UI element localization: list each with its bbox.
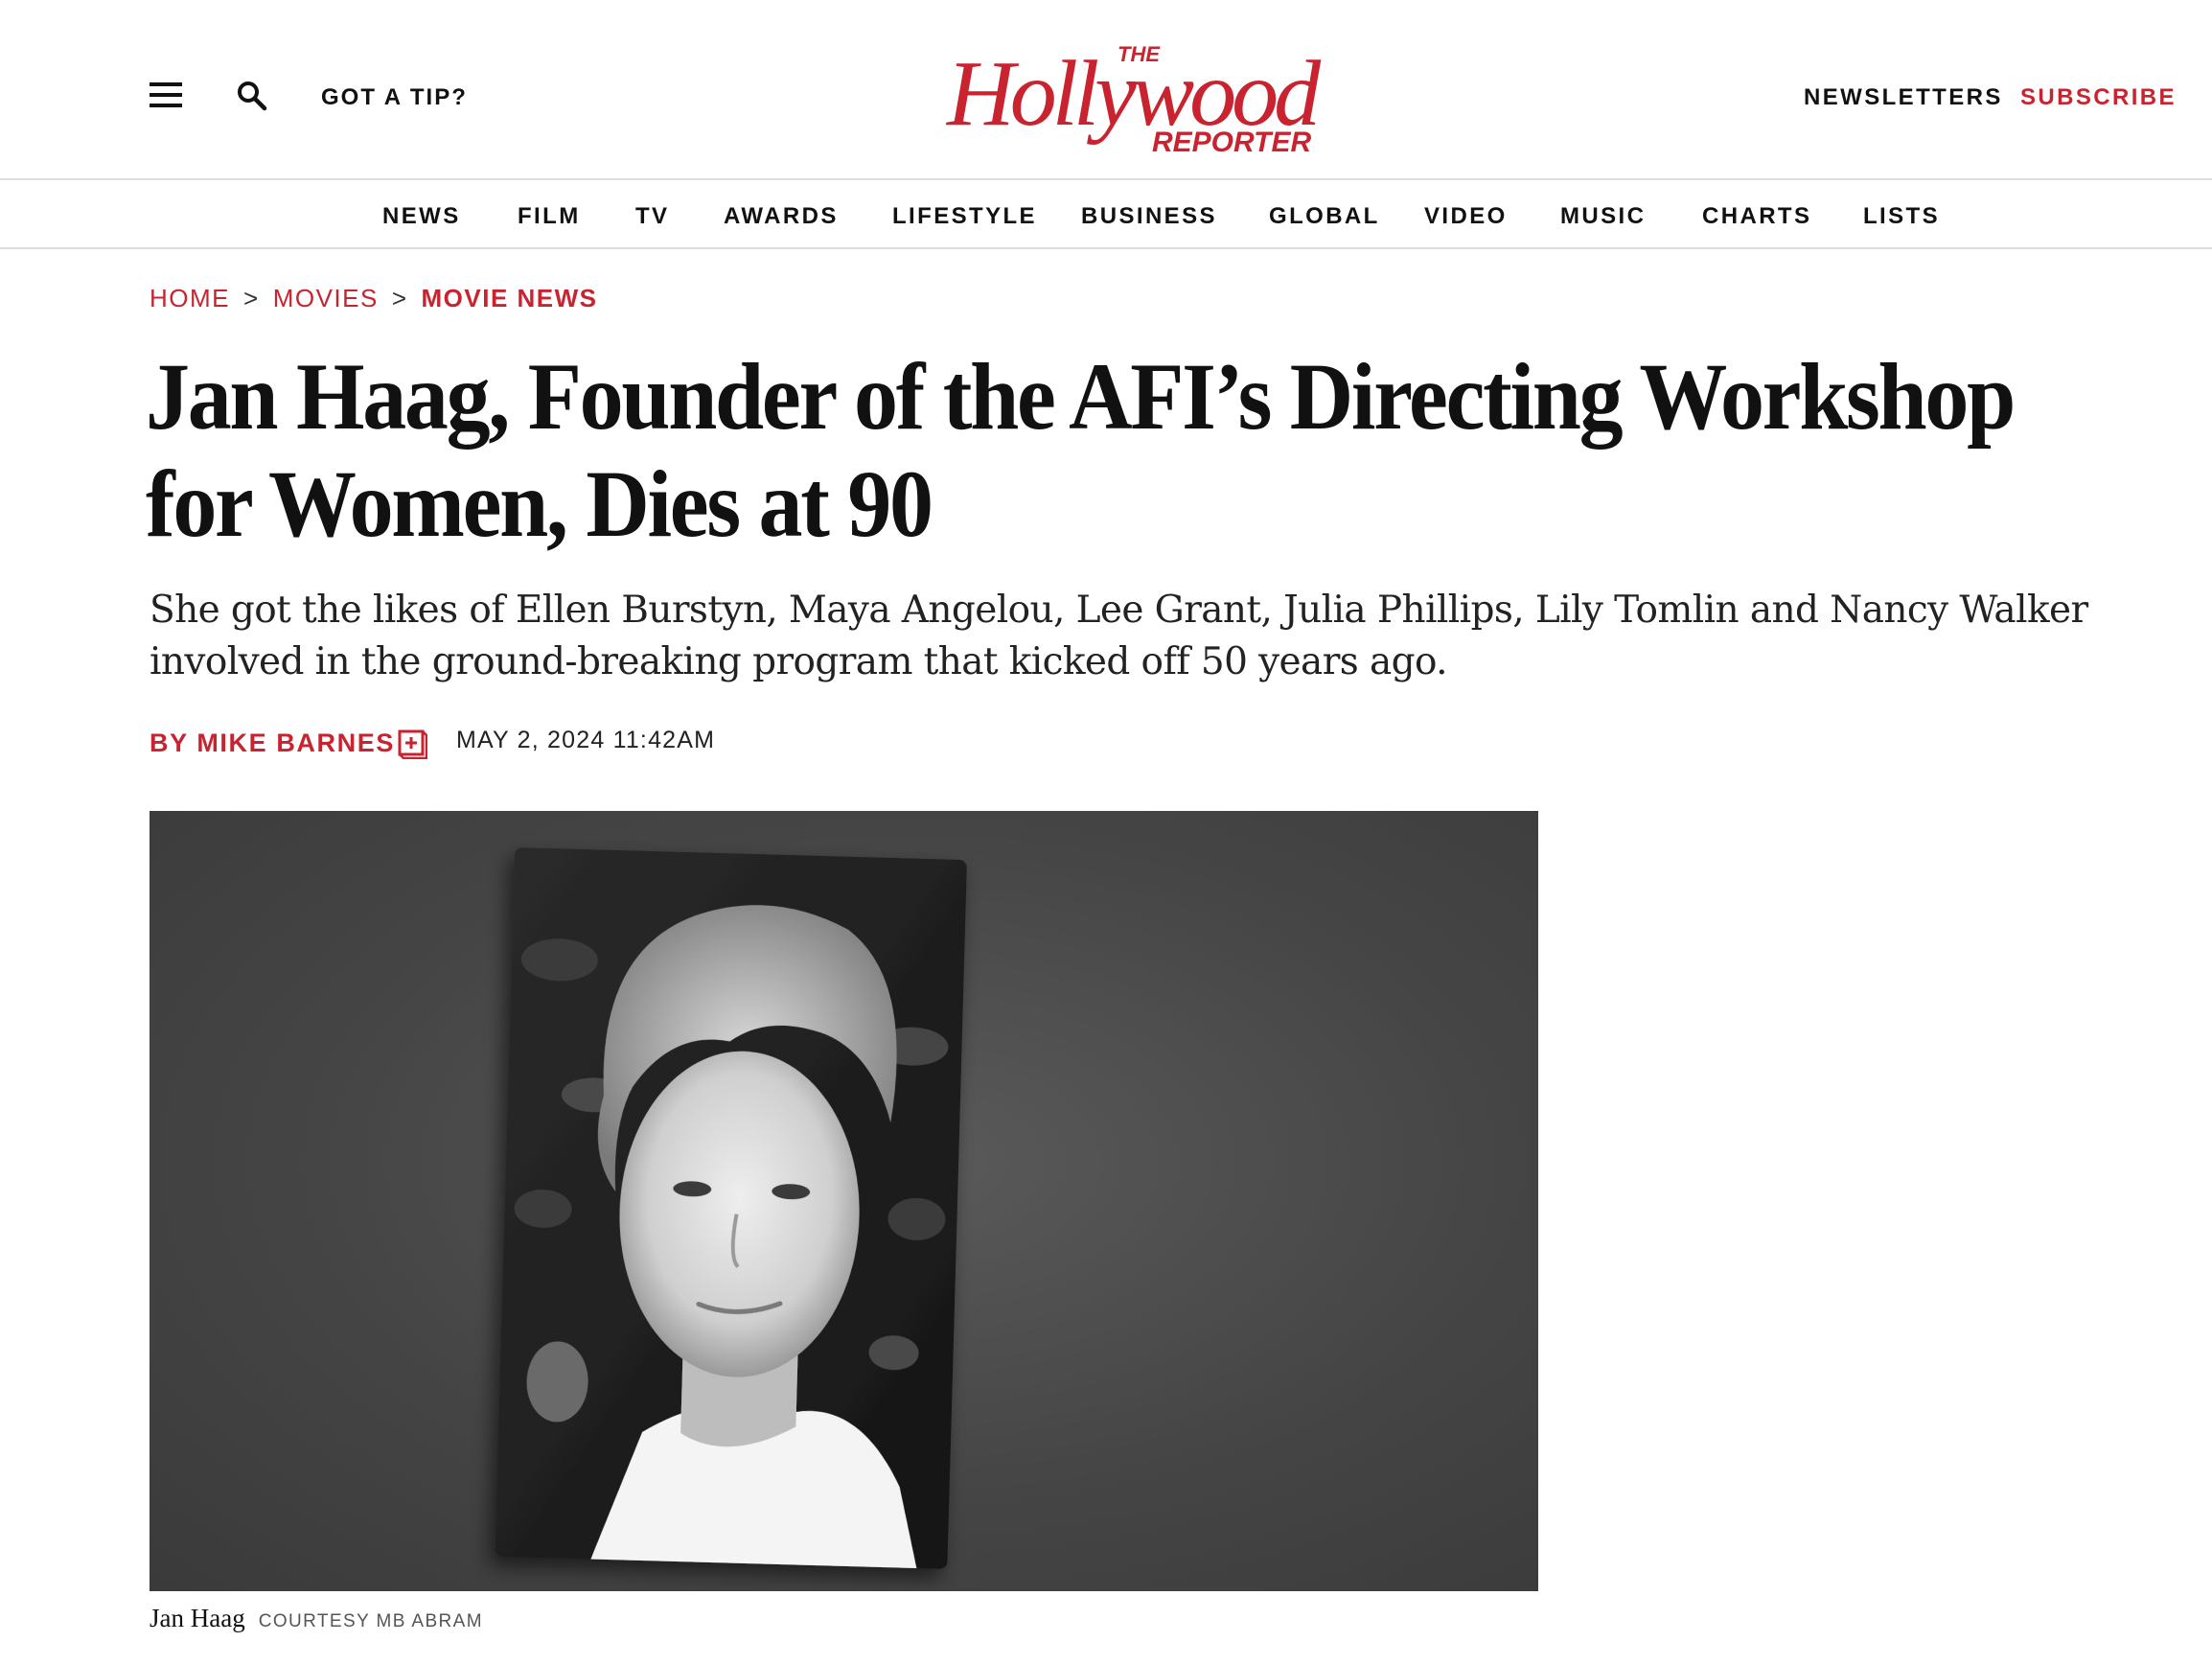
nav-item-lists[interactable]: LISTS [1863, 203, 1940, 230]
site-logo[interactable]: THE Hollywood REPORTER [939, 33, 1380, 157]
headline-line-1: Jan Haag, Founder of the AFI’s Directing… [146, 343, 2016, 450]
dek-line-1: She got the likes of Ellen Burstyn, Maya… [150, 589, 2088, 632]
nav-item-global[interactable]: GLOBAL [1269, 203, 1380, 230]
hero-image[interactable] [150, 811, 1538, 1591]
logo-reporter: REPORTER [1152, 127, 1311, 157]
breadcrumb-movie-news[interactable]: MOVIE NEWS [422, 284, 598, 312]
nav-item-lifestyle[interactable]: LIFESTYLE [892, 203, 1037, 230]
author-byline[interactable]: BY MIKE BARNES [150, 728, 395, 758]
breadcrumb-separator: > [391, 284, 408, 312]
nav-item-music[interactable]: MUSIC [1560, 203, 1646, 230]
breadcrumb-separator: > [243, 284, 260, 312]
search-icon[interactable] [235, 79, 269, 113]
headline-line-2: for Women, Dies at 90 [146, 451, 933, 557]
portrait-photo [495, 847, 967, 1569]
breadcrumb-home[interactable]: HOME [150, 284, 230, 312]
article-dek: She got the likes of Ellen Burstyn, Maya… [150, 585, 2114, 688]
article-headline: Jan Haag, Founder of the AFI’s Directing… [146, 343, 2041, 558]
main-nav: NEWS FILM TV AWARDS LIFESTYLE BUSINESS G… [0, 182, 2212, 249]
image-caption: Jan Haag COURTESY MB ABRAM [150, 1604, 483, 1633]
nav-item-tv[interactable]: TV [635, 203, 669, 230]
breadcrumb: HOME > MOVIES > MOVIE NEWS [150, 284, 598, 313]
nav-item-video[interactable]: VIDEO [1424, 203, 1508, 230]
nav-item-charts[interactable]: CHARTS [1702, 203, 1811, 230]
nav-item-film[interactable]: FILM [518, 203, 581, 230]
got-a-tip-link[interactable]: GOT A TIP? [321, 84, 468, 111]
dek-line-2: involved in the ground-breaking program … [150, 640, 1448, 683]
nav-item-awards[interactable]: AWARDS [724, 203, 839, 230]
nav-item-business[interactable]: BUSINESS [1081, 203, 1217, 230]
breadcrumb-movies[interactable]: MOVIES [273, 284, 379, 312]
subscribe-link[interactable]: SUBSCRIBE [2020, 84, 2177, 111]
follow-author-icon[interactable] [397, 728, 427, 759]
hamburger-menu-icon[interactable] [150, 82, 182, 107]
publish-date: MAY 2, 2024 11:42AM [456, 727, 716, 753]
newsletters-link[interactable]: NEWSLETTERS [1804, 84, 2003, 111]
nav-item-news[interactable]: NEWS [382, 203, 461, 230]
photo-credit: COURTESY MB ABRAM [258, 1611, 483, 1631]
caption-text: Jan Haag [150, 1604, 245, 1632]
site-header: GOT A TIP? THE Hollywood REPORTER NEWSLE… [0, 0, 2212, 180]
